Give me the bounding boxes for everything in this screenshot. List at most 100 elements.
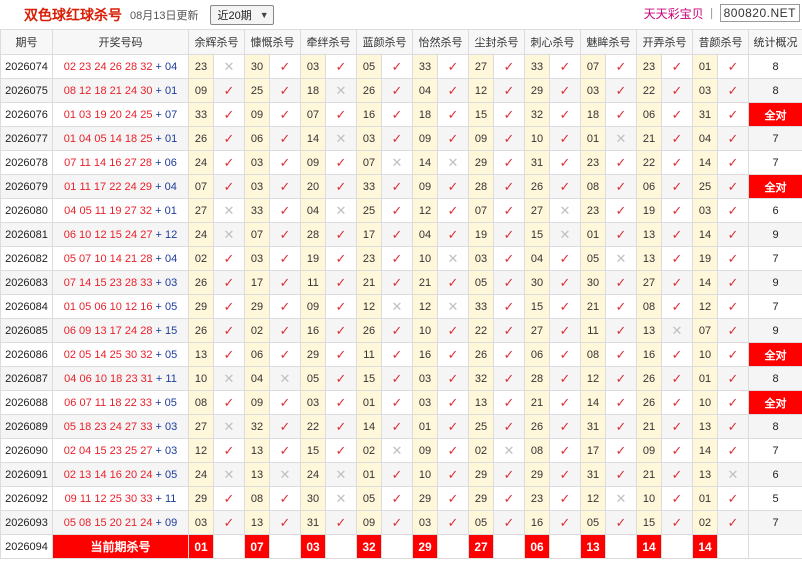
cross-icon: ✕ — [223, 202, 235, 218]
check-icon: ✓ — [223, 130, 235, 146]
check-icon: ✓ — [335, 370, 347, 386]
column-header: 怡然杀号 — [412, 29, 469, 55]
check-icon: ✓ — [447, 370, 459, 386]
check-icon: ✓ — [437, 222, 469, 247]
check-icon: ✓ — [437, 78, 469, 103]
check-icon: ✓ — [549, 510, 581, 535]
kill-number: 27 — [468, 54, 494, 79]
kill-number: 05 — [468, 510, 494, 535]
cross-icon: ✕ — [213, 462, 245, 487]
check-icon: ✓ — [437, 102, 469, 127]
kill-number: 17 — [580, 438, 606, 463]
red-balls: 08 12 18 21 24 30 — [63, 84, 153, 97]
kill-number: 01 — [692, 54, 718, 79]
check-icon: ✓ — [213, 294, 245, 319]
cross-icon: ✕ — [335, 490, 347, 506]
empty-cell — [549, 534, 581, 559]
blue-ball: 05 — [165, 468, 178, 481]
draw-numbers-cell: 05 08 15 20 21 24 + 09 — [52, 510, 189, 535]
period-select[interactable]: 近20期 ▼ — [210, 4, 274, 25]
plus-sign: + — [152, 276, 165, 289]
red-balls: 05 18 23 24 27 33 — [63, 420, 153, 433]
current-kill-number: 14 — [692, 534, 718, 559]
check-icon: ✓ — [727, 82, 739, 98]
check-icon: ✓ — [503, 466, 515, 482]
check-icon: ✓ — [493, 270, 525, 295]
check-icon: ✓ — [269, 222, 301, 247]
check-icon: ✓ — [493, 366, 525, 391]
kill-number: 13 — [188, 342, 214, 367]
check-icon: ✓ — [493, 222, 525, 247]
table-body: 2026074 02 23 24 26 28 32 + 04 23 ✕ 30 ✓ 03 ✓ 05… — [0, 54, 802, 559]
kill-number: 04 — [412, 222, 438, 247]
check-icon: ✓ — [391, 274, 403, 290]
check-icon: ✓ — [381, 174, 413, 199]
kill-number: 03 — [244, 150, 270, 175]
table-row: 2026082 05 07 10 14 21 28 + 04 02 ✓ 03 ✓ 19 ✓ 23… — [0, 246, 802, 271]
kill-number: 29 — [188, 294, 214, 319]
kill-number: 10 — [692, 342, 718, 367]
period-cell: 2026086 — [0, 342, 53, 367]
check-icon: ✓ — [381, 54, 413, 79]
kill-number: 24 — [300, 462, 326, 487]
check-icon: ✓ — [437, 174, 469, 199]
kill-number: 31 — [580, 462, 606, 487]
cross-icon: ✕ — [605, 486, 637, 511]
current-kill-number: 27 — [468, 534, 494, 559]
kill-number: 12 — [412, 198, 438, 223]
check-icon: ✓ — [549, 390, 581, 415]
check-icon: ✓ — [671, 418, 683, 434]
kill-number: 15 — [636, 510, 662, 535]
check-icon: ✓ — [391, 394, 403, 410]
kill-number: 09 — [244, 102, 270, 127]
check-icon: ✓ — [223, 82, 235, 98]
kill-number: 24 — [188, 150, 214, 175]
kill-number: 13 — [636, 246, 662, 271]
check-icon: ✓ — [503, 106, 515, 122]
check-icon: ✓ — [391, 490, 403, 506]
kill-number: 06 — [244, 342, 270, 367]
table-row: 2026076 01 03 19 20 24 25 + 07 33 ✓ 09 ✓ 07 ✓ 16… — [0, 102, 802, 127]
check-icon: ✓ — [325, 54, 357, 79]
check-icon: ✓ — [671, 202, 683, 218]
check-icon: ✓ — [605, 222, 637, 247]
kill-number: 28 — [524, 366, 550, 391]
cross-icon: ✕ — [213, 414, 245, 439]
check-icon: ✓ — [615, 442, 627, 458]
red-balls: 01 05 06 10 12 16 — [63, 300, 153, 313]
cross-icon: ✕ — [605, 126, 637, 151]
kill-number: 25 — [692, 174, 718, 199]
summary-count: 7 — [748, 438, 802, 463]
check-icon: ✓ — [269, 102, 301, 127]
check-icon: ✓ — [335, 274, 347, 290]
current-kill-number: 03 — [300, 534, 326, 559]
kill-number: 14 — [300, 126, 326, 151]
check-icon: ✓ — [213, 486, 245, 511]
check-icon: ✓ — [223, 178, 235, 194]
check-icon: ✓ — [493, 150, 525, 175]
red-balls: 02 13 14 16 20 24 — [63, 468, 153, 481]
check-icon: ✓ — [605, 150, 637, 175]
check-icon: ✓ — [671, 130, 683, 146]
cross-icon: ✕ — [223, 58, 235, 74]
kill-number: 29 — [524, 78, 550, 103]
period-cell: 2026091 — [0, 462, 53, 487]
kill-number: 21 — [356, 270, 382, 295]
brand-url[interactable]: 800820.NET — [719, 4, 800, 22]
period-cell: 2026078 — [0, 150, 53, 175]
draw-numbers-cell: 06 09 13 17 24 28 + 15 — [52, 318, 189, 343]
brand[interactable]: 天天彩宝贝 丨 800820.NET — [644, 4, 800, 22]
kill-number: 14 — [580, 390, 606, 415]
draw-numbers-cell: 01 04 05 14 18 25 + 01 — [52, 126, 189, 151]
red-balls: 02 04 15 23 25 27 — [63, 444, 153, 457]
blue-ball: 03 — [165, 444, 178, 457]
check-icon: ✓ — [727, 106, 739, 122]
blue-ball: 15 — [165, 324, 178, 337]
check-icon: ✓ — [447, 58, 459, 74]
plus-sign: + — [152, 228, 165, 241]
check-icon: ✓ — [559, 178, 571, 194]
plus-sign: + — [152, 372, 166, 385]
draw-numbers-cell: 01 05 06 10 12 16 + 05 — [52, 294, 189, 319]
check-icon: ✓ — [213, 270, 245, 295]
kill-number: 02 — [468, 438, 494, 463]
